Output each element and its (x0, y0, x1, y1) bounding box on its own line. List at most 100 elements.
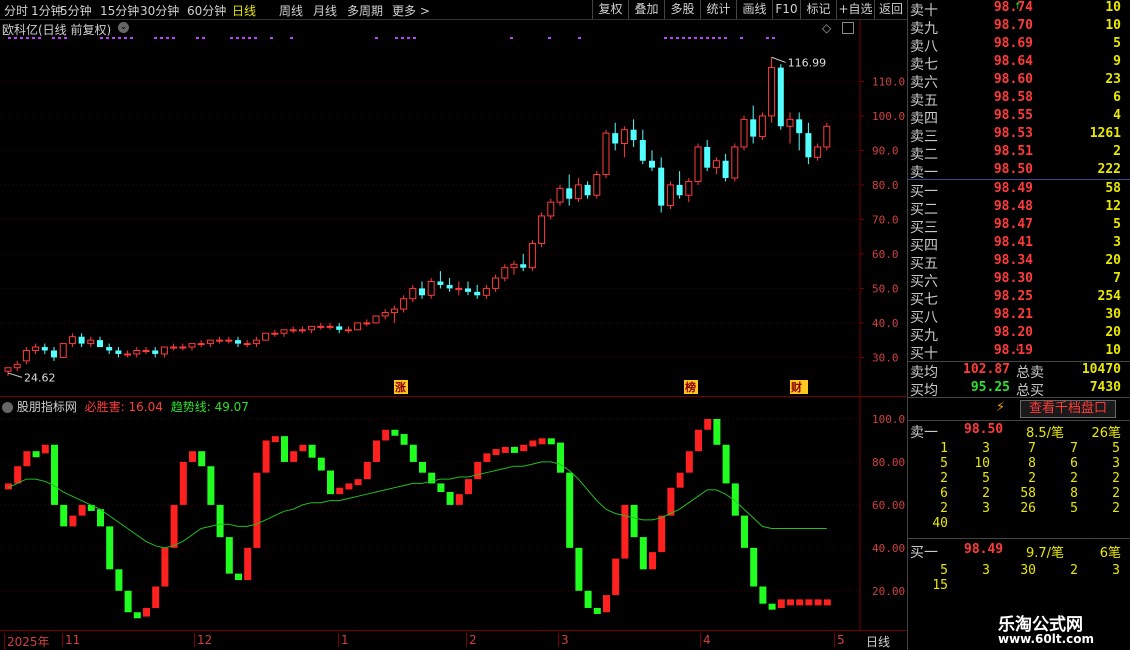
order-level-row[interactable]: 买七 98.25 254 (908, 289, 1130, 308)
diamond-icon[interactable]: ◇ (822, 21, 831, 35)
indicator-bar (23, 451, 31, 467)
indicator-bar (630, 504, 638, 538)
candle-body (142, 350, 150, 352)
candle-body (805, 133, 812, 158)
toolbar-button[interactable]: 统计 (700, 0, 736, 19)
period-tab[interactable]: 月线 (313, 2, 337, 19)
signal-dot (172, 37, 175, 39)
indicator-bar (124, 590, 132, 613)
indicator-bar (704, 419, 712, 430)
detail-label: 买一 (910, 545, 938, 561)
signal-dot (196, 37, 199, 39)
candle-body (474, 291, 481, 296)
order-level-row[interactable]: 卖三 98.53 1261 (908, 126, 1130, 145)
queue-cell: 58 (1020, 486, 1036, 501)
queue-cell: 6 (1070, 456, 1078, 471)
order-level-row[interactable]: 卖六 98.60 23 (908, 72, 1130, 91)
toolbar-button[interactable]: 返回 (874, 0, 907, 19)
indicator-bar (409, 444, 417, 462)
chevron-down-icon[interactable]: ⌄ (118, 22, 129, 33)
y-tick-label: 80.00 (872, 456, 905, 469)
candle-body (206, 339, 214, 345)
signal-dot (700, 37, 703, 39)
indicator-chart[interactable]: 100.0 80.00 60.00 40.00 20.00 (0, 397, 907, 630)
period-tab[interactable]: 分时 (4, 2, 28, 19)
indicator-bar (593, 607, 601, 614)
order-level-volume: 4 (1113, 108, 1121, 123)
order-level-price: 98.25 (993, 289, 1033, 304)
queue-cell: 2 (940, 501, 948, 516)
order-level-row[interactable]: 买一 98.49 58 (908, 181, 1130, 200)
candle-body (814, 146, 822, 158)
signal-dot (124, 37, 127, 39)
y-tick-label: 60.00 (872, 499, 905, 512)
order-level-row[interactable]: 买六 98.30 7 (908, 271, 1130, 290)
order-level-volume: 5 (1113, 36, 1121, 51)
period-tab[interactable]: 日线 (232, 2, 256, 19)
candle-body (160, 346, 168, 355)
indicator-bar (547, 438, 555, 445)
candlestick-chart[interactable]: 110.0 100.0 90.0 80.0 70.0 60.0 50.0 40.0 30.0 11… (0, 20, 907, 395)
order-level-row[interactable]: 卖七 98.64 9 (908, 54, 1130, 73)
order-level-row[interactable]: 卖一 98.50 222 (908, 162, 1130, 181)
order-level-row[interactable]: 卖五 98.58 6 (908, 90, 1130, 109)
order-level-row[interactable]: 买八 98.21 30 (908, 307, 1130, 326)
order-level-price: 98.69 (993, 36, 1033, 51)
order-level-row[interactable]: 买三 98.47 5 (908, 217, 1130, 236)
period-tab[interactable]: 60分钟 (187, 2, 226, 19)
period-tab[interactable]: 多周期 (347, 2, 383, 19)
order-level-row[interactable]: 卖八 98.69 5 (908, 36, 1130, 55)
indicator-bar (281, 436, 288, 462)
maximize-icon[interactable] (842, 22, 854, 34)
divider (908, 538, 1130, 539)
order-level-row[interactable]: 卖九 98.70 10 (908, 18, 1130, 37)
candle-body (59, 343, 67, 358)
period-tab[interactable]: 5分钟 (60, 2, 92, 19)
thousand-level-button[interactable]: 查看千档盘口 (1020, 400, 1116, 418)
indicator-bar (805, 599, 813, 606)
queue-cell: 3 (982, 501, 990, 516)
indicator-bar (244, 547, 252, 581)
toolbar-button[interactable]: 画线 (736, 0, 772, 19)
order-level-row[interactable]: 买九 98.20 20 (908, 325, 1130, 344)
indicator-bar (78, 504, 86, 516)
period-tab[interactable]: 更多 > (392, 2, 430, 19)
average-row: 买均 95.25 总买 7430 (908, 380, 1130, 399)
queue-cell: 7 (1028, 441, 1036, 456)
indicator-bar (235, 573, 242, 581)
toolbar-button[interactable]: 多股 (664, 0, 700, 19)
period-tab[interactable]: 30分钟 (140, 2, 179, 19)
period-tab[interactable]: 1分钟 (31, 2, 63, 19)
order-level-price: 98.47 (993, 217, 1033, 232)
toolbar-button[interactable]: 复权 (592, 0, 628, 19)
candle-body (271, 332, 279, 335)
event-marker-label: 榜 (685, 380, 696, 394)
chevron-down-icon[interactable] (2, 402, 13, 413)
toolbar-button[interactable]: F10 (772, 0, 800, 19)
indicator-bar (603, 595, 610, 613)
order-level-row[interactable]: 买四 98.41 3 (908, 235, 1130, 254)
order-level-row[interactable]: 卖二 98.51 2 (908, 144, 1130, 163)
toolbar-button[interactable]: 叠加 (628, 0, 664, 19)
signal-dot (230, 37, 233, 39)
period-tab[interactable]: 15分钟 (100, 2, 139, 19)
order-level-price: 98.51 (993, 144, 1033, 159)
signal-dot (548, 37, 551, 39)
order-level-volume: 6 (1113, 90, 1121, 105)
order-level-volume: 5 (1113, 217, 1121, 232)
signal-dot (407, 37, 410, 39)
x-axis: 2025年 11 12 1 2 3 4 5 日线 (0, 630, 907, 650)
toolbar-button[interactable]: +自选 (836, 0, 874, 19)
queue-cell: 15 (932, 578, 948, 593)
order-level-row[interactable]: 卖四 98.55 4 (908, 108, 1130, 127)
toolbar-button[interactable]: 标记 (800, 0, 836, 19)
order-level-label: 卖九 (910, 21, 938, 37)
signal-dot (712, 37, 715, 39)
order-level-price: 98.53 (993, 126, 1033, 141)
order-level-row[interactable]: 买五 98.34 20 (908, 253, 1130, 272)
queue-cell: 2 (1070, 563, 1078, 578)
order-level-row[interactable]: 买二 98.48 12 (908, 199, 1130, 218)
indicator-bar (501, 446, 509, 453)
period-tab[interactable]: 周线 (279, 2, 303, 19)
watermark-url: www.60lt.com (998, 632, 1095, 646)
